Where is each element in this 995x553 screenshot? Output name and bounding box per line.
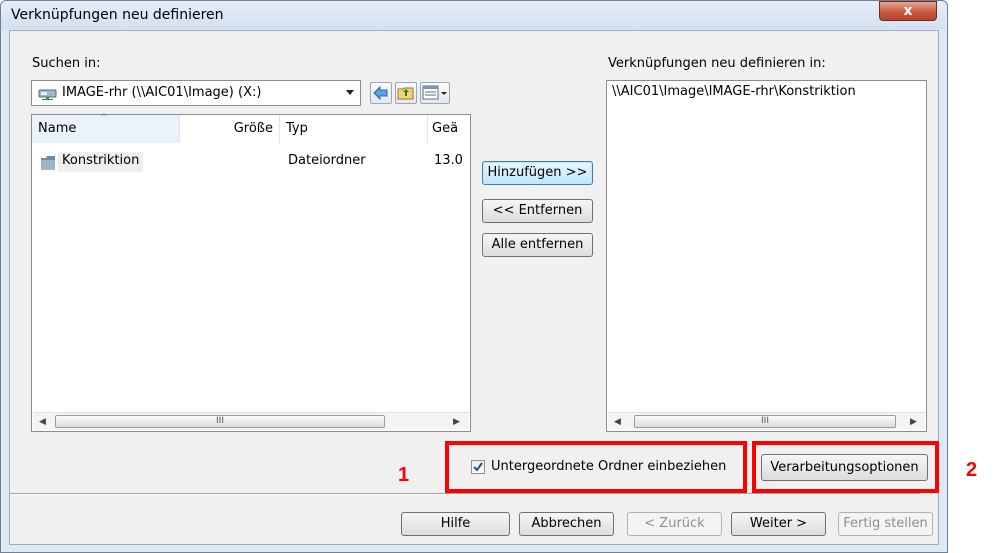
view-menu-icon [422,85,447,100]
scroll-left-arrow-icon[interactable]: ◀ [614,417,621,427]
search-in-label: Suchen in: [32,56,101,71]
horizontal-scrollbar[interactable]: ◀ III ▶ [33,412,469,430]
folder-icon [41,156,55,170]
dropdown-arrow-icon[interactable] [346,90,354,95]
remove-button[interactable]: << Entfernen [482,199,593,223]
sort-ascending-icon: ^ [100,113,108,123]
scrollbar-thumb[interactable]: III [634,415,896,428]
column-header-size[interactable]: Größe [180,115,280,143]
column-header-name[interactable]: Name ^ [32,113,180,143]
column-header-date-label: Geä [432,121,459,136]
annotation-label-2: 2 [966,459,978,481]
column-header-name-label: Name [38,121,77,136]
location-combobox[interactable]: IMAGE-rhr (\\AIC01\Image) (X:) [31,80,361,106]
back-button[interactable] [370,82,392,104]
up-folder-icon [397,87,414,100]
list-item-name: Konstriktion [58,152,144,172]
cancel-button[interactable]: Abbrechen [519,512,614,536]
location-value: IMAGE-rhr (\\AIC01\Image) (X:) [62,85,262,100]
back-step-button[interactable]: < Zurück [627,512,722,536]
annotation-box-1 [445,441,747,493]
scrollbar-thumb[interactable]: III [55,415,385,428]
scroll-left-arrow-icon[interactable]: ◀ [39,417,46,427]
finish-button[interactable]: Fertig stellen [838,512,933,536]
list-item-date: 13.0 [434,153,463,168]
column-header-type[interactable]: Typ [280,115,428,143]
close-button[interactable]: x [879,1,937,21]
drive-icon [38,89,57,100]
target-list: \\AIC01\Image\IMAGE-rhr\Konstriktion ◀ I… [606,80,927,432]
scrollbar-grip: III [761,416,769,426]
back-arrow-icon [373,85,388,101]
up-folder-button[interactable] [395,82,417,104]
separator [10,493,920,495]
close-icon: x [903,3,913,19]
scroll-right-arrow-icon[interactable]: ▶ [453,417,460,427]
column-header-date[interactable]: Geä [428,115,470,143]
file-list: Name ^ Größe Typ Geä Konstriktion Dateio… [31,113,471,432]
view-menu-button[interactable] [420,82,450,104]
column-header-size-label: Größe [233,121,273,136]
target-horizontal-scrollbar[interactable]: ◀ III ▶ [608,412,925,430]
target-label: Verknüpfungen neu definieren in: [608,56,826,71]
scrollbar-grip: III [216,416,224,426]
title-bar: Verknüpfungen neu definieren [1,1,945,29]
remove-all-button[interactable]: Alle entfernen [482,233,593,257]
scroll-right-arrow-icon[interactable]: ▶ [910,417,917,427]
annotation-box-2 [752,441,939,493]
column-header-type-label: Typ [286,121,308,136]
add-button[interactable]: Hinzufügen >> [482,161,593,185]
list-item-type: Dateiordner [288,153,366,168]
list-item[interactable]: Konstriktion Dateiordner 13.0 [36,152,468,174]
annotation-label-1: 1 [398,464,410,486]
window-title: Verknüpfungen neu definieren [11,7,224,23]
help-button[interactable]: Hilfe [401,512,510,536]
target-list-item[interactable]: \\AIC01\Image\IMAGE-rhr\Konstriktion [612,84,856,99]
next-button[interactable]: Weiter > [731,512,826,536]
